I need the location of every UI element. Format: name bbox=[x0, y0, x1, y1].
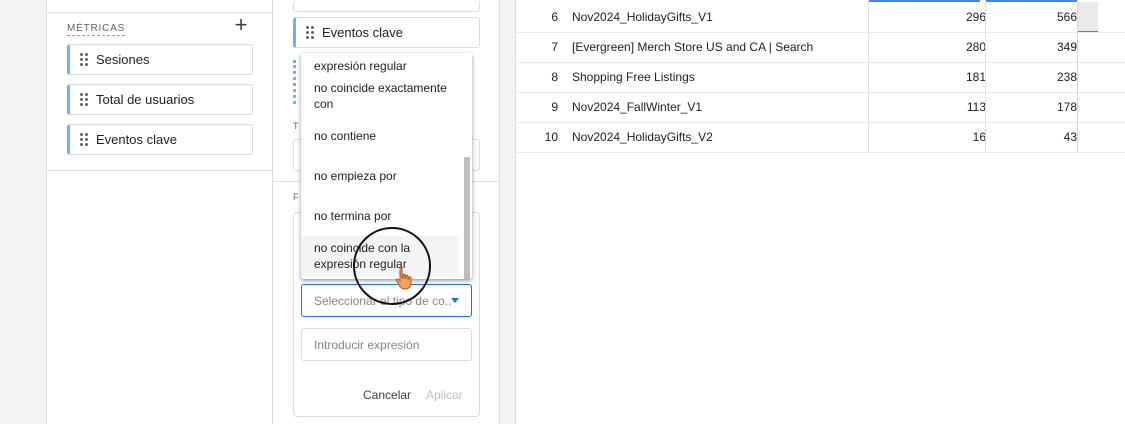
row-campaign: Nov2024_FallWinter_V1 bbox=[572, 100, 703, 114]
menu-item-not-ends-with[interactable]: no termina por bbox=[314, 208, 460, 224]
row-campaign: Shopping Free Listings bbox=[572, 70, 695, 84]
table-row[interactable]: 8 Shopping Free Listings 181 238 bbox=[516, 62, 1125, 93]
drag-handle-icon[interactable] bbox=[80, 53, 90, 67]
row-value-2: 43 bbox=[1063, 130, 1077, 144]
table-row[interactable]: 10 Nov2024_HolidayGifts_V2 16 43 bbox=[516, 122, 1125, 153]
values-chip-label: Eventos clave bbox=[322, 25, 403, 40]
row-value-1: 16 bbox=[972, 130, 986, 144]
row-campaign: [Evergreen] Merch Store US and CA | Sear… bbox=[572, 40, 814, 54]
column-divider bbox=[1077, 0, 1078, 152]
row-value-1: 113 bbox=[966, 100, 986, 114]
drop-zone-indicator bbox=[293, 60, 299, 104]
drag-handle-icon[interactable] bbox=[80, 133, 90, 147]
row-campaign: Nov2024_HolidayGifts_V1 bbox=[572, 10, 713, 24]
metric-chip-label: Total de usuarios bbox=[96, 92, 195, 107]
apply-button[interactable]: Aplicar bbox=[426, 388, 463, 402]
left-panel-strip bbox=[0, 0, 47, 424]
cancel-button[interactable]: Cancelar bbox=[363, 388, 411, 402]
row-rank: 8 bbox=[551, 70, 558, 84]
menu-item-regex[interactable]: expresión regular bbox=[314, 58, 460, 74]
add-metric-icon[interactable]: + bbox=[232, 14, 250, 36]
click-indicator-ring bbox=[353, 227, 431, 305]
row-value-1: 296 bbox=[965, 10, 986, 24]
section-divider bbox=[47, 170, 272, 171]
metrics-heading[interactable]: MÉTRICAS bbox=[67, 23, 126, 36]
row-value-2: 566 bbox=[1056, 10, 1077, 24]
row-value-2: 178 bbox=[1056, 100, 1077, 114]
drag-handle-icon[interactable] bbox=[306, 26, 316, 40]
row-value-2: 349 bbox=[1056, 40, 1077, 54]
table-row[interactable]: 9 Nov2024_FallWinter_V1 113 178 bbox=[516, 92, 1125, 123]
pointer-hand-icon bbox=[395, 267, 412, 290]
metric-chip-total-usuarios[interactable]: Total de usuarios bbox=[67, 84, 253, 115]
row-rank: 9 bbox=[551, 100, 558, 114]
values-chip-partial[interactable] bbox=[293, 0, 480, 12]
expression-input[interactable] bbox=[301, 328, 472, 361]
drag-handle-icon[interactable] bbox=[80, 93, 90, 107]
row-value-2: 238 bbox=[1056, 70, 1077, 84]
row-rank: 7 bbox=[551, 40, 558, 54]
dropdown-caret-icon bbox=[451, 298, 459, 303]
menu-item-not-starts-with[interactable]: no empieza por bbox=[314, 168, 460, 184]
menu-scrollbar[interactable] bbox=[464, 157, 470, 279]
row-value-1: 280 bbox=[965, 40, 986, 54]
column-divider bbox=[985, 0, 986, 152]
filter-label-partial: F bbox=[293, 192, 299, 202]
table-row[interactable]: 7 [Evergreen] Merch Store US and CA | Se… bbox=[516, 32, 1125, 63]
column-divider bbox=[868, 0, 869, 152]
section-label-partial: T bbox=[293, 121, 299, 131]
settings-gutter bbox=[500, 0, 516, 424]
row-rank: 10 bbox=[544, 130, 558, 144]
metric-chip-eventos-clave[interactable]: Eventos clave bbox=[67, 124, 253, 155]
metric-chip-label: Eventos clave bbox=[96, 132, 177, 147]
metric-chip-sesiones[interactable]: Sesiones bbox=[67, 44, 253, 75]
values-chip-eventos-clave[interactable]: Eventos clave bbox=[293, 17, 480, 48]
menu-item-not-contains[interactable]: no contiene bbox=[314, 128, 460, 144]
metric-chip-label: Sesiones bbox=[96, 52, 150, 67]
table-row[interactable]: 6 Nov2024_HolidayGifts_V1 296 566 bbox=[516, 2, 1125, 33]
menu-item-not-exact-match[interactable]: no coincide exactamente con bbox=[314, 80, 460, 112]
row-value-1: 181 bbox=[965, 70, 986, 84]
row-campaign: Nov2024_HolidayGifts_V2 bbox=[572, 130, 713, 144]
row-rank: 6 bbox=[551, 10, 558, 24]
